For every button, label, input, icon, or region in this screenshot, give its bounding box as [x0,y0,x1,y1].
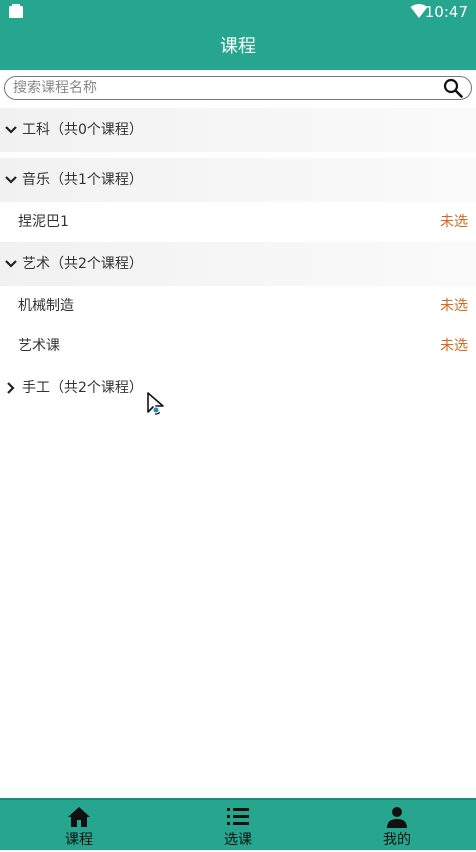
notification-icon [9,4,23,18]
chevron-right-icon [7,382,15,394]
home-icon [68,807,90,827]
nav-tab-mine[interactable]: 我的 [318,800,476,852]
course-status[interactable]: 未选 [440,202,468,242]
person-icon [387,807,407,828]
nav-label: 选课 [224,832,252,848]
course-name: 捏泥巴1 [18,214,69,230]
course-name: 艺术课 [18,338,60,354]
bottom-navigation: 课程 选课 我的 [0,798,476,850]
category-header-art[interactable]: 艺术（共2个课程） [0,242,476,286]
nav-tab-select-courses[interactable]: 选课 [159,800,317,852]
course-name: 机械制造 [18,298,74,314]
course-item[interactable]: 机械制造 未选 [0,286,476,326]
category-header-music[interactable]: 音乐（共1个课程） [0,158,476,202]
list-icon [227,808,249,825]
search-box [4,76,472,100]
chevron-down-icon [5,260,17,268]
mouse-cursor-icon [147,392,164,415]
course-status[interactable]: 未选 [440,326,468,366]
page-title: 课程 [220,36,256,57]
category-header-handcraft[interactable]: 手工（共2个课程） [0,366,476,410]
status-bar: 10:47 [0,0,476,24]
course-status[interactable]: 未选 [440,286,468,326]
nav-tab-courses[interactable]: 课程 [0,800,158,852]
search-input[interactable] [13,77,433,99]
course-item[interactable]: 捏泥巴1 未选 [0,202,476,242]
course-category-list: 工科（共0个课程） 音乐（共1个课程） 捏泥巴1 未选 艺术（共2个课程） 机械… [0,108,476,410]
search-icon[interactable] [443,78,463,98]
category-header-engineering[interactable]: 工科（共0个课程） [0,108,476,152]
search-bar [0,70,476,108]
chevron-down-icon [5,126,17,134]
category-title: 艺术（共2个课程） [22,256,143,272]
app-bar: 课程 [0,24,476,70]
status-time: 10:47 [424,3,468,21]
nav-label: 课程 [65,832,93,848]
chevron-down-icon [5,176,17,184]
category-title: 工科（共0个课程） [22,122,143,138]
course-item[interactable]: 艺术课 未选 [0,326,476,366]
nav-label: 我的 [383,832,411,848]
category-title: 手工（共2个课程） [22,380,143,396]
category-title: 音乐（共1个课程） [22,172,143,188]
